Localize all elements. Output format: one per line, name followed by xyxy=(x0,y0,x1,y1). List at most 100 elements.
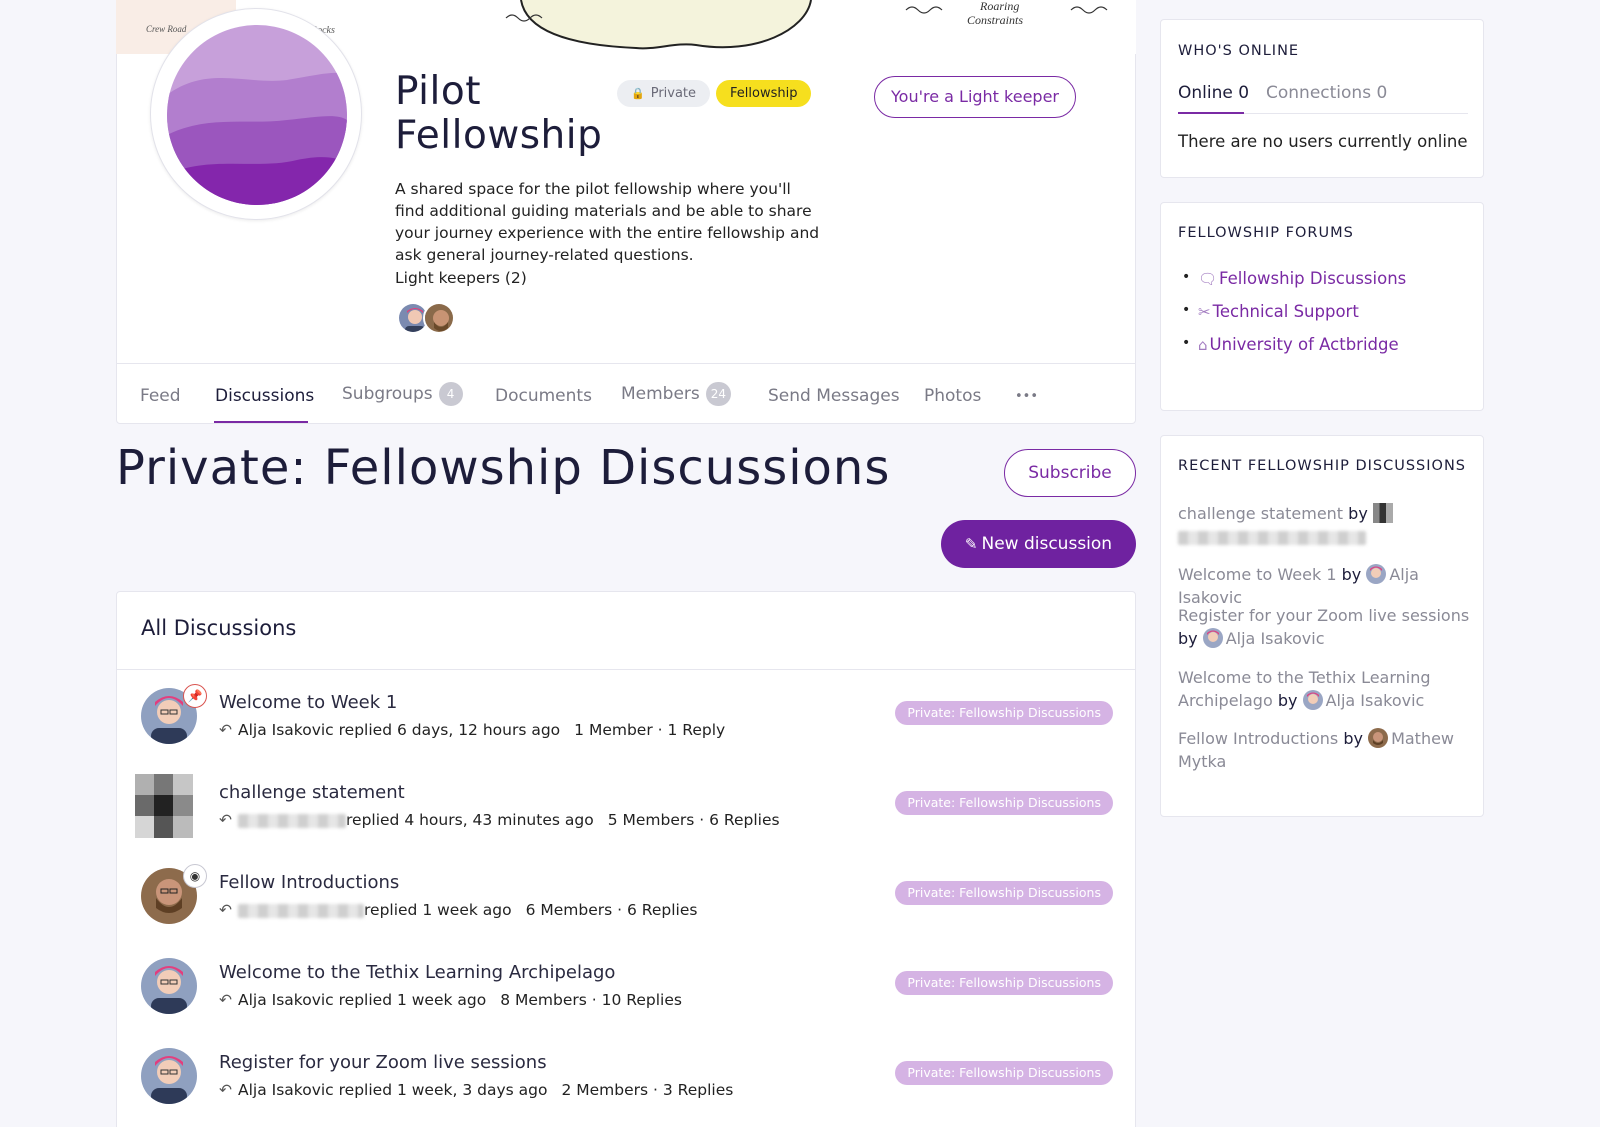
lightkeepers-label: Light keepers (2) xyxy=(395,269,527,287)
tab-photos[interactable]: Photos xyxy=(924,386,981,406)
forum-tag[interactable]: Private: Fellowship Discussions xyxy=(895,1061,1113,1085)
tab-feed[interactable]: Feed xyxy=(140,386,181,406)
tab-discussions[interactable]: Discussions xyxy=(215,386,314,406)
recent-discussion-item[interactable]: Welcome to Week 1 by Alja Isakovic xyxy=(1178,563,1474,609)
tab-online[interactable]: Online 0 xyxy=(1178,83,1249,103)
discussion-stats: 6 Members · 6 Replies xyxy=(525,901,698,919)
reply-time: replied 1 week ago xyxy=(338,991,487,1009)
author-avatar[interactable] xyxy=(135,774,193,838)
forum-tag[interactable]: Private: Fellowship Discussions xyxy=(895,881,1113,905)
forum-link-label: Technical Support xyxy=(1212,302,1359,321)
subscribe-button[interactable]: Subscribe xyxy=(1004,449,1136,497)
recent-discussion-title[interactable]: Welcome to Week 1 xyxy=(1178,565,1337,584)
discussion-title[interactable]: challenge statement xyxy=(219,782,405,803)
page-title: Private: Fellowship Discussions xyxy=(116,440,891,496)
forum-link[interactable]: • 🗨 Fellowship Discussions xyxy=(1182,269,1406,288)
recent-discussion-title[interactable]: Register for your Zoom live sessions xyxy=(1178,606,1469,625)
rss-icon: ◉ xyxy=(183,864,207,888)
discussion-row[interactable]: challenge statement ↶ replied 4 hours, 43… xyxy=(117,774,1137,868)
recent-discussion-author[interactable]: Alja Isakovic xyxy=(1326,691,1425,710)
group-avatar[interactable] xyxy=(150,8,362,220)
list-divider xyxy=(117,669,1135,670)
forum-link[interactable]: • ✂ Technical Support xyxy=(1182,302,1359,321)
map-label-constraints: Constraints xyxy=(967,13,1023,27)
discussion-stats: 1 Member · 1 Reply xyxy=(574,721,726,739)
recent-discussion-title[interactable]: challenge statement xyxy=(1178,504,1343,523)
members-count-badge: 24 xyxy=(705,382,732,406)
discussion-title[interactable]: Welcome to the Tethix Learning Archipela… xyxy=(219,962,615,983)
forum-tag[interactable]: Private: Fellowship Discussions xyxy=(895,791,1113,815)
recent-discussion-item[interactable]: challenge statement by xyxy=(1178,502,1474,548)
recent-discussion-title[interactable]: Fellow Introductions xyxy=(1178,729,1338,748)
reply-icon: ↶ xyxy=(219,1081,232,1099)
forum-tag[interactable]: Private: Fellowship Discussions xyxy=(895,701,1113,725)
privacy-badge-label: Private xyxy=(650,86,697,101)
group-type-badge: Fellowship xyxy=(716,80,812,107)
group-title-line2: Fellowship xyxy=(395,113,603,158)
online-tab-indicator xyxy=(1178,112,1244,114)
tab-send-messages[interactable]: Send Messages xyxy=(768,386,900,406)
reply-author[interactable]: Alja Isakovic xyxy=(238,991,334,1009)
discussion-meta: ↶ replied 4 hours, 43 minutes ago 5 Member… xyxy=(219,811,780,829)
reply-icon: ↶ xyxy=(219,991,232,1009)
by-label: by xyxy=(1341,565,1362,584)
building-icon: ⌂ xyxy=(1198,336,1208,354)
reply-icon: ↶ xyxy=(219,811,232,829)
group-avatar-image xyxy=(167,25,347,205)
discussion-stats: 2 Members · 3 Replies xyxy=(561,1081,734,1099)
discussion-title[interactable]: Fellow Introductions xyxy=(219,872,399,893)
map-label-roaring: Roaring xyxy=(979,0,1019,13)
group-title: Pilot Fellowship xyxy=(395,70,615,158)
reply-author[interactable]: Alja Isakovic xyxy=(238,721,334,739)
lock-icon: 🔒 xyxy=(631,87,645,100)
recent-discussion-item[interactable]: Register for your Zoom live sessions by … xyxy=(1178,604,1474,650)
redacted-author-name xyxy=(1178,530,1366,545)
lightkeeper-button[interactable]: You're a Light keeper xyxy=(874,76,1076,118)
lightkeeper-avatar[interactable] xyxy=(423,302,455,334)
discussion-row[interactable]: ◉ Fellow Introductions ↶ replied 1 week a… xyxy=(117,864,1137,958)
tab-connections[interactable]: Connections 0 xyxy=(1266,83,1387,103)
reply-time: replied 6 days, 12 hours ago xyxy=(338,721,561,739)
map-label-crew-road: Crew Road xyxy=(146,24,187,34)
tab-members-label: Members xyxy=(621,384,700,404)
discussion-meta: ↶ Alja Isakovic replied 6 days, 12 hours … xyxy=(219,721,725,739)
new-discussion-label: New discussion xyxy=(981,534,1113,554)
by-label: by xyxy=(1348,504,1368,523)
recent-discussion-item[interactable]: Welcome to the Tethix Learning Archipela… xyxy=(1178,666,1474,712)
group-description: A shared space for the pilot fellowship … xyxy=(395,180,820,264)
by-label: by xyxy=(1277,691,1298,710)
tools-icon: ✂ xyxy=(1198,303,1211,321)
redacted-author-name xyxy=(238,813,346,828)
tab-documents[interactable]: Documents xyxy=(495,386,592,406)
tab-members[interactable]: Members 24 xyxy=(621,382,732,406)
reply-time: replied 1 week ago xyxy=(364,901,512,919)
online-empty-message: There are no users currently online xyxy=(1178,132,1468,151)
recent-discussion-author[interactable]: Alja Isakovic xyxy=(1226,629,1325,648)
discussion-row[interactable]: Register for your Zoom live sessions ↶ Al… xyxy=(117,1048,1137,1127)
discussion-row[interactable]: 📌 Welcome to Week 1 ↶ Alja Isakovic repli… xyxy=(117,684,1137,778)
more-tabs-icon[interactable]: ••• xyxy=(1015,389,1038,404)
author-avatar[interactable] xyxy=(141,958,197,1014)
author-avatar xyxy=(1366,564,1387,584)
discussions-list: All Discussions 📌 Welcome to Week 1 ↶ Alj… xyxy=(116,591,1136,1127)
new-discussion-button[interactable]: ✎ New discussion xyxy=(941,520,1136,568)
group-title-line1: Pilot xyxy=(395,69,481,114)
discussion-row[interactable]: Welcome to the Tethix Learning Archipela… xyxy=(117,958,1137,1048)
recent-discussion-item[interactable]: Fellow Introductions by Mathew Mytka xyxy=(1178,727,1474,773)
privacy-badge: 🔒 Private xyxy=(617,80,711,107)
reply-author[interactable]: Alja Isakovic xyxy=(238,1081,334,1099)
reply-icon: ↶ xyxy=(219,721,232,739)
forum-tag[interactable]: Private: Fellowship Discussions xyxy=(895,971,1113,995)
tab-subgroups-label: Subgroups xyxy=(342,384,433,404)
author-avatar[interactable] xyxy=(141,1048,197,1104)
forum-link[interactable]: • ⌂ University of Actbridge xyxy=(1182,335,1399,354)
discussion-title[interactable]: Welcome to Week 1 xyxy=(219,692,397,713)
edit-icon: ✎ xyxy=(964,535,978,553)
discussion-meta: ↶ Alja Isakovic replied 1 week, 3 days ag… xyxy=(219,1081,733,1099)
author-avatar xyxy=(1368,728,1389,748)
active-tab-indicator xyxy=(214,421,308,423)
discussion-title[interactable]: Register for your Zoom live sessions xyxy=(219,1052,547,1073)
subgroups-count-badge: 4 xyxy=(438,382,463,406)
reply-time: replied 4 hours, 43 minutes ago xyxy=(346,811,594,829)
tab-subgroups[interactable]: Subgroups 4 xyxy=(342,382,463,406)
